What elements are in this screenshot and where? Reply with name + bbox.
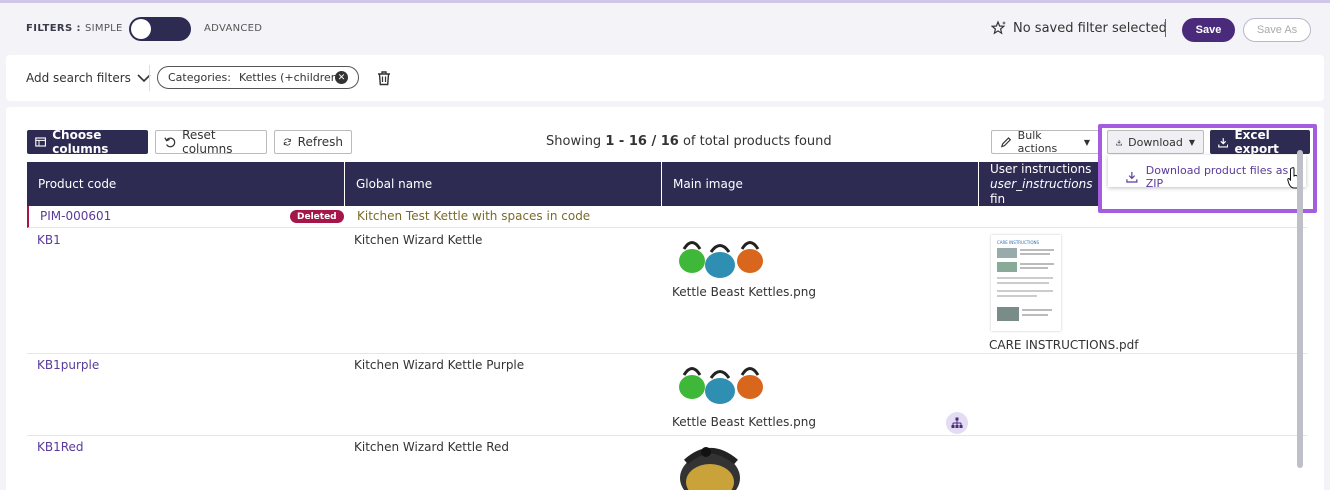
filters-label: FILTERS : (26, 23, 81, 34)
remove-chip-icon[interactable]: ✕ (335, 71, 348, 84)
download-icon (1126, 172, 1138, 183)
columns-icon (35, 137, 46, 147)
category-filter-chip[interactable]: Categories: Kettles (+children) ✕ (157, 66, 359, 89)
column-header-product-code[interactable]: Product code (27, 162, 345, 206)
reset-columns-button[interactable]: Reset columns (155, 128, 267, 156)
header-line: fin (990, 191, 1006, 206)
showing-suffix: of total products found (682, 134, 832, 149)
add-search-filters-button[interactable]: Add search filters (26, 71, 151, 85)
reset-columns-label: Reset columns (182, 128, 233, 156)
column-header-user-instructions[interactable]: User instructions user_instructions fin (979, 162, 1101, 206)
header-line: User instructions (990, 161, 1092, 176)
divider (1165, 19, 1166, 37)
search-filters-card: Add search filters Categories: Kettles (… (6, 55, 1324, 101)
global-name: Kitchen Wizard Kettle Red (354, 440, 510, 454)
column-header-global-name[interactable]: Global name (345, 162, 662, 206)
chip-value: Kettles (+children) (239, 71, 343, 84)
showing-prefix: Showing (546, 134, 602, 149)
caret-down-icon: ▼ (1083, 137, 1090, 147)
saved-filter-text: No saved filter selected (1013, 20, 1167, 36)
bulk-actions-button[interactable]: Bulk actions ▼ (991, 129, 1099, 155)
choose-columns-button[interactable]: Choose columns (27, 128, 148, 156)
products-card: Choose columns Reset columns Refresh Sho… (6, 107, 1324, 490)
vertical-scrollbar[interactable] (1297, 150, 1303, 468)
product-code-link[interactable]: KB1Red (37, 440, 84, 454)
divider (149, 65, 150, 91)
saved-filter-selector[interactable]: No saved filter selected (991, 20, 1167, 36)
image-filename: Kettle Beast Kettles.png (672, 415, 817, 429)
download-dropdown-menu: Download product files as ZIP (1108, 155, 1306, 190)
refresh-button[interactable]: Refresh (274, 130, 352, 154)
mode-advanced-label[interactable]: ADVANCED (204, 23, 262, 34)
pdf-thumbnail[interactable]: CARE INSTRUCTIONS (991, 235, 1061, 331)
filters-bar: FILTERS : SIMPLE ADVANCED No saved filte… (0, 3, 1330, 53)
product-code-link[interactable]: PIM-000601 (40, 209, 111, 223)
global-name: Kitchen Wizard Kettle Purple (354, 358, 525, 372)
download-zip-menu-item[interactable]: Download product files as ZIP (1126, 164, 1306, 190)
table-row[interactable]: KB1purple Kitchen Wizard Kettle Purple K… (27, 354, 1307, 436)
trash-icon[interactable] (376, 70, 392, 86)
mode-simple-label[interactable]: SIMPLE (85, 23, 123, 34)
column-header-main-image[interactable]: Main image (662, 162, 979, 206)
image-filename: Kettle Beast Kettles.png (672, 285, 817, 299)
chip-label: Categories: (168, 71, 231, 84)
undo-icon (164, 137, 176, 148)
document-preview-icon: CARE INSTRUCTIONS (997, 240, 1054, 321)
product-code-link[interactable]: KB1 (37, 233, 61, 247)
results-count: Showing 1 - 16 / 16 of total products fo… (546, 134, 832, 149)
star-sparkle-icon (991, 20, 1006, 35)
sitemap-icon (951, 417, 963, 428)
choose-columns-label: Choose columns (52, 128, 109, 156)
kettle-thumbnail-image[interactable] (676, 360, 768, 404)
global-name: Kitchen Test Kettle with spaces in code (357, 209, 591, 223)
global-name: Kitchen Wizard Kettle (354, 233, 483, 247)
save-button[interactable]: Save (1182, 18, 1235, 42)
doc-thumb-title: CARE INSTRUCTIONS (997, 240, 1040, 245)
table-row[interactable]: KB1Red Kitchen Wizard Kettle Red (27, 436, 1307, 490)
header-line: user_instructions (990, 176, 1093, 191)
kettle-thumbnail-image[interactable] (676, 442, 768, 490)
pencil-icon (1000, 136, 1012, 147)
hierarchy-icon[interactable] (946, 412, 968, 434)
add-search-filters-label: Add search filters (26, 71, 131, 85)
kettle-thumbnail-image[interactable] (676, 234, 768, 278)
showing-range: 1 - 16 / 16 (605, 134, 679, 149)
status-badge: Deleted (290, 210, 344, 223)
refresh-label: Refresh (297, 135, 343, 149)
filter-mode-toggle[interactable] (129, 17, 191, 41)
refresh-icon (283, 138, 291, 146)
save-as-button[interactable]: Save As (1243, 18, 1311, 42)
toggle-knob (131, 19, 151, 39)
download-zip-label: Download product files as ZIP (1145, 164, 1289, 190)
table-header: Product code Global name Main image User… (27, 162, 1101, 206)
bulk-actions-label: Bulk actions (1017, 129, 1058, 155)
doc-filename: CARE INSTRUCTIONS.pdf (989, 338, 1139, 352)
product-code-link[interactable]: KB1purple (37, 358, 99, 372)
table-row[interactable]: KB1 Kitchen Wizard Kettle Kettle Beast K… (27, 228, 1307, 354)
